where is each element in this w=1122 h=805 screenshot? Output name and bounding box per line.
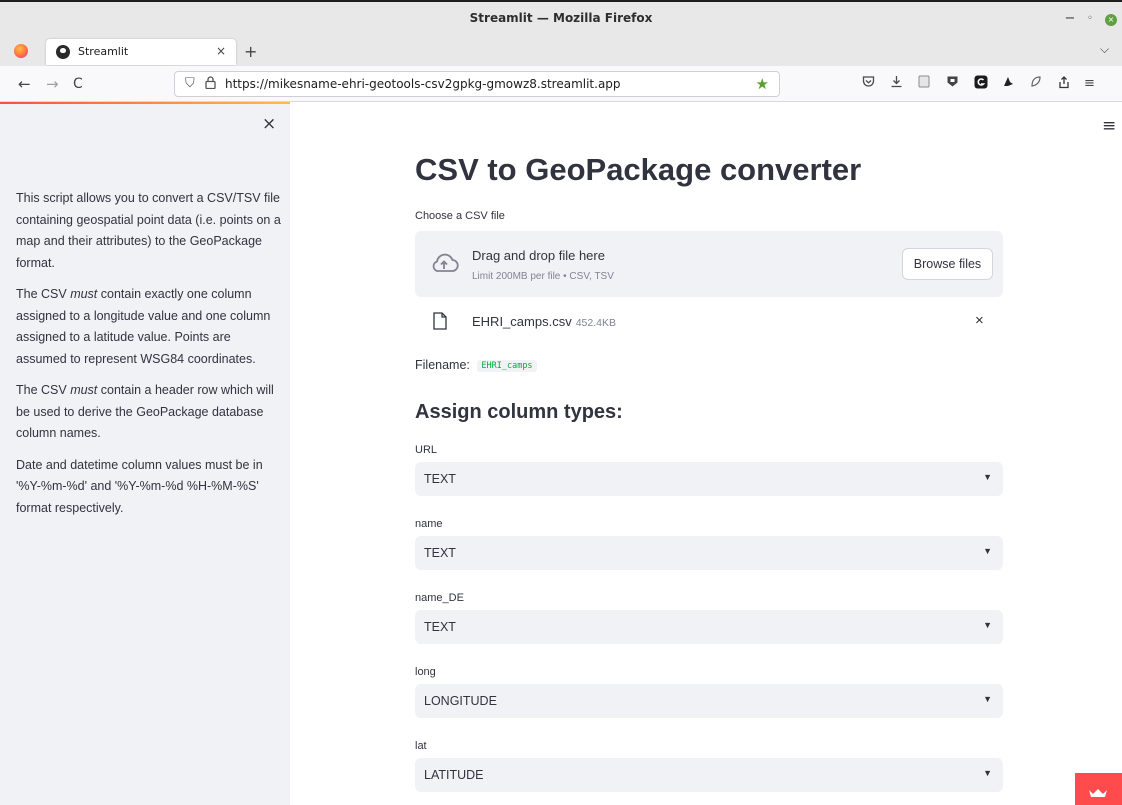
column-field-url: URL TEXT ▼ — [415, 444, 1003, 518]
minimize-button[interactable]: − — [1060, 9, 1080, 29]
extension-bird-icon[interactable] — [1002, 75, 1015, 94]
lock-icon[interactable] — [205, 76, 216, 92]
extension-toolbar: ≡ — [862, 75, 1122, 95]
uploaded-file-size: 452.4KB — [575, 317, 616, 329]
list-all-tabs-icon[interactable]: ⌵ — [1100, 42, 1109, 57]
main-menu-icon[interactable]: ≡ — [1102, 116, 1116, 136]
uploaded-file-name: EHRI_camps.csv 452.4KB — [472, 314, 616, 329]
extension-leaf-icon[interactable] — [1030, 75, 1042, 94]
sidebar: × This script allows you to convert a CS… — [0, 104, 290, 805]
navigation-toolbar: ← → C ⛉ https://mikesname-ehri-geotools-… — [0, 66, 1122, 102]
uploader-label: Choose a CSV file — [415, 210, 505, 222]
close-icon: × — [1105, 14, 1117, 26]
sidebar-description: This script allows you to convert a CSV/… — [16, 188, 282, 529]
select-value: LATITUDE — [424, 768, 484, 782]
streamlit-favicon-icon — [56, 45, 70, 59]
file-icon — [433, 312, 447, 330]
page-title: CSV to GeoPackage converter — [415, 152, 862, 187]
column-field-name-de: name_DE TEXT ▼ — [415, 592, 1003, 666]
column-label: lat — [415, 740, 427, 752]
forward-button[interactable]: → — [46, 75, 59, 93]
extension-g-icon[interactable] — [974, 75, 988, 95]
pocket-icon[interactable] — [862, 75, 875, 94]
filename-code: EHRI_camps — [477, 359, 537, 372]
chevron-down-icon: ▼ — [983, 472, 992, 482]
column-type-select[interactable]: LONGITUDE ▼ — [415, 684, 1003, 718]
column-type-select[interactable]: LATITUDE ▼ — [415, 758, 1003, 792]
column-field-lat: lat LATITUDE ▼ — [415, 740, 1003, 805]
tab-streamlit[interactable]: Streamlit × — [46, 39, 236, 65]
url-text[interactable]: https://mikesname-ehri-geotools-csv2gpkg… — [225, 77, 621, 91]
download-icon[interactable] — [890, 75, 903, 94]
firefox-view-icon[interactable] — [14, 44, 28, 58]
app-menu-icon[interactable]: ≡ — [1084, 75, 1095, 93]
extension-shield-icon[interactable] — [946, 75, 959, 94]
select-value: TEXT — [424, 546, 456, 560]
column-type-select[interactable]: TEXT ▼ — [415, 536, 1003, 570]
window-titlebar: Streamlit — Mozilla Firefox − ◦ × — [0, 0, 1122, 36]
browse-files-button[interactable]: Browse files — [902, 248, 993, 280]
dropzone-instruction: Drag and drop file here — [472, 248, 605, 263]
file-dropzone[interactable]: Drag and drop file here Limit 200MB per … — [415, 231, 1003, 297]
back-button[interactable]: ← — [18, 75, 31, 93]
section-title: Assign column types: — [415, 401, 623, 423]
close-window-button[interactable]: × — [1101, 9, 1121, 29]
chevron-down-icon: ▼ — [983, 694, 992, 704]
column-label: name_DE — [415, 592, 464, 604]
tab-label: Streamlit — [78, 45, 129, 58]
url-bar[interactable]: ⛉ https://mikesname-ehri-geotools-csv2gp… — [174, 71, 780, 97]
chevron-down-icon: ▼ — [983, 546, 992, 556]
chevron-down-icon: ▼ — [983, 620, 992, 630]
chevron-down-icon: ▼ — [983, 768, 992, 778]
new-tab-button[interactable]: + — [244, 42, 257, 61]
select-value: LONGITUDE — [424, 694, 497, 708]
streamlit-manage-app-button[interactable] — [1075, 773, 1122, 805]
column-label: URL — [415, 444, 438, 456]
tracking-protection-icon[interactable]: ⛉ — [185, 76, 195, 91]
column-type-select[interactable]: TEXT ▼ — [415, 462, 1003, 496]
cloud-upload-icon — [432, 253, 459, 272]
sidebar-paragraph-3: The CSV must contain a header row which … — [16, 383, 274, 440]
sidebar-paragraph-2: The CSV must contain exactly one column … — [16, 287, 271, 366]
reader-icon[interactable] — [918, 75, 930, 94]
crown-icon — [1089, 789, 1107, 797]
select-value: TEXT — [424, 620, 456, 634]
sidebar-close-icon[interactable]: × — [262, 114, 276, 134]
filename-label: Filename: — [415, 358, 470, 372]
reload-button[interactable]: C — [73, 75, 83, 93]
column-label: long — [415, 666, 436, 678]
dropzone-limit: Limit 200MB per file • CSV, TSV — [472, 271, 614, 282]
column-type-select[interactable]: TEXT ▼ — [415, 610, 1003, 644]
tab-bar: Streamlit × + ⌵ — [0, 36, 1122, 66]
restore-button[interactable]: ◦ — [1080, 9, 1100, 29]
tab-close-icon[interactable]: × — [216, 44, 226, 58]
column-label: name — [415, 518, 443, 530]
uploaded-file-row: EHRI_camps.csv 452.4KB × — [415, 304, 1003, 340]
main-area: ≡ CSV to GeoPackage converter Choose a C… — [290, 104, 1122, 805]
remove-file-icon[interactable]: × — [975, 312, 984, 329]
column-field-long: long LONGITUDE ▼ — [415, 666, 1003, 740]
share-icon[interactable] — [1056, 75, 1070, 95]
select-value: TEXT — [424, 472, 456, 486]
bookmark-star-icon[interactable]: ★ — [756, 75, 769, 93]
column-field-name: name TEXT ▼ — [415, 518, 1003, 592]
filename-line: Filename: EHRI_camps — [415, 358, 537, 372]
sidebar-paragraph-4: Date and datetime column values must be … — [16, 457, 263, 515]
sidebar-paragraph-1: This script allows you to convert a CSV/… — [16, 191, 281, 270]
window-title: Streamlit — Mozilla Firefox — [469, 11, 653, 25]
